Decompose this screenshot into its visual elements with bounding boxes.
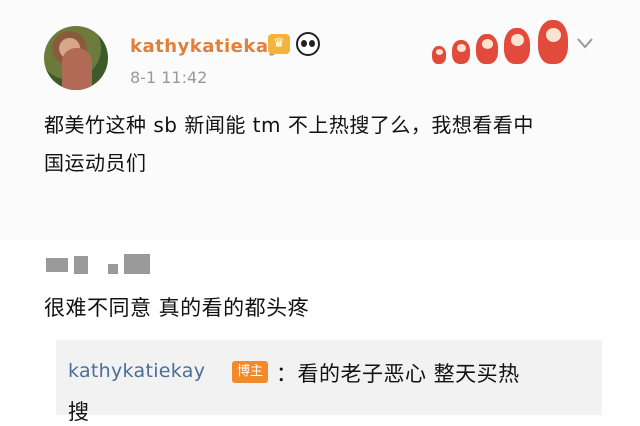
post-username[interactable]: kathykatiekay <box>130 36 280 57</box>
post-card: kathykatiekay ♛ 8-1 11:42 都美竹这种 sb 新闻能 t… <box>0 0 640 240</box>
author-badge: 博主 <box>232 361 268 383</box>
quote-username[interactable]: kathykatiekay <box>68 360 205 382</box>
matryoshka-dolls-icon <box>432 18 572 64</box>
post-text-line-2: 国运动员们 <box>44 151 147 175</box>
quote-text: ：看的老子恶心 整天买热 <box>276 362 520 386</box>
crown-badge-icon: ♛ <box>268 34 290 54</box>
panda-badge-icon <box>296 32 320 56</box>
quote-text-line-2: 搜 <box>68 400 89 424</box>
post-text-line-1: 都美竹这种 sb 新闻能 tm 不上热搜了么，我想看看中 <box>44 113 534 137</box>
chevron-down-icon[interactable] <box>576 34 594 52</box>
post-timestamp: 8-1 11:42 <box>130 68 208 87</box>
post-text: 都美竹这种 sb 新闻能 tm 不上热搜了么，我想看看中 国运动员们 <box>44 106 604 182</box>
avatar[interactable] <box>44 26 108 90</box>
reply-text: 很难不同意 真的看的都头疼 <box>44 296 310 320</box>
quoted-comment[interactable]: kathykatiekay 博主 ：看的老子恶心 整天买热 搜 <box>56 340 602 424</box>
